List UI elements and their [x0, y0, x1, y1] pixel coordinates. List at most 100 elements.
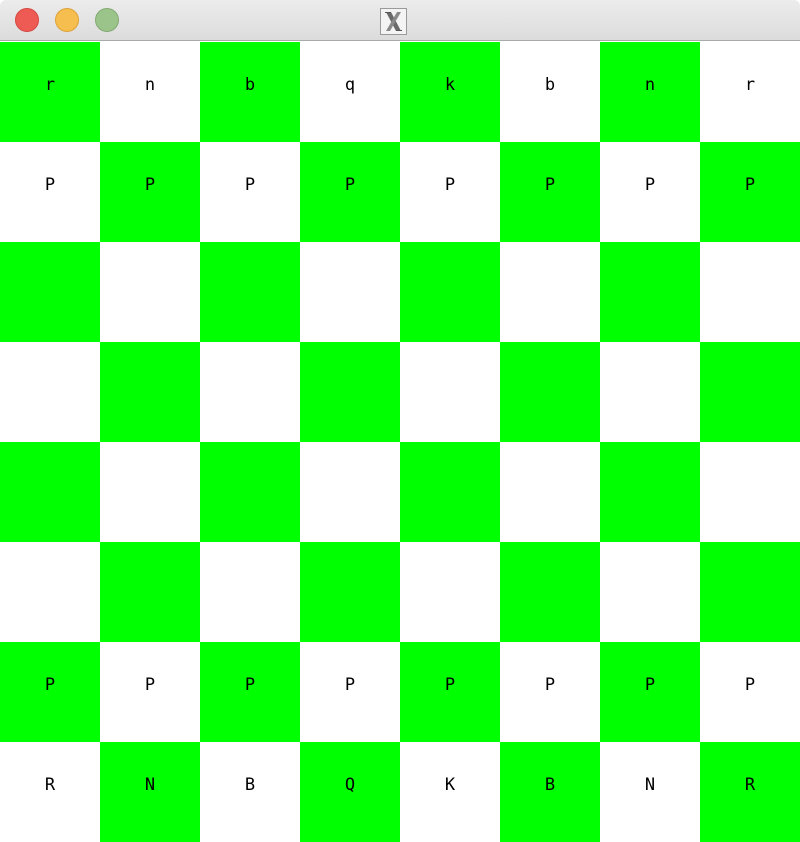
- square-e4[interactable]: [400, 442, 500, 542]
- square-a3[interactable]: [0, 542, 100, 642]
- piece-label: P: [444, 674, 456, 695]
- square-e3[interactable]: [400, 542, 500, 642]
- square-f6[interactable]: [500, 242, 600, 342]
- piece-label: P: [144, 674, 156, 695]
- square-h1[interactable]: R: [700, 742, 800, 842]
- square-f5[interactable]: [500, 342, 600, 442]
- square-c8[interactable]: b: [200, 42, 300, 142]
- piece-label: [400, 442, 500, 528]
- piece-label: [700, 342, 800, 428]
- square-d3[interactable]: [300, 542, 400, 642]
- square-d5[interactable]: [300, 342, 400, 442]
- piece-label: B: [544, 774, 556, 795]
- square-h2[interactable]: P: [700, 642, 800, 742]
- square-d7[interactable]: P: [300, 142, 400, 242]
- piece-label: [0, 242, 100, 328]
- title-bar[interactable]: [0, 0, 800, 41]
- piece-label: [200, 542, 300, 628]
- square-e2[interactable]: P: [400, 642, 500, 742]
- piece-label: [500, 242, 600, 328]
- square-e6[interactable]: [400, 242, 500, 342]
- square-f7[interactable]: P: [500, 142, 600, 242]
- piece-label: P: [444, 174, 456, 195]
- piece-label: P: [244, 674, 256, 695]
- square-b1[interactable]: N: [100, 742, 200, 842]
- square-g6[interactable]: [600, 242, 700, 342]
- square-b7[interactable]: P: [100, 142, 200, 242]
- square-a7[interactable]: P: [0, 142, 100, 242]
- square-h8[interactable]: r: [700, 42, 800, 142]
- square-h4[interactable]: [700, 442, 800, 542]
- square-g7[interactable]: P: [600, 142, 700, 242]
- square-c2[interactable]: P: [200, 642, 300, 742]
- piece-label: N: [644, 774, 656, 795]
- square-c7[interactable]: P: [200, 142, 300, 242]
- square-c5[interactable]: [200, 342, 300, 442]
- square-a4[interactable]: [0, 442, 100, 542]
- square-e5[interactable]: [400, 342, 500, 442]
- piece-label: [700, 542, 800, 628]
- square-d4[interactable]: [300, 442, 400, 542]
- piece-label: [100, 442, 200, 528]
- zoom-button[interactable]: [95, 8, 119, 32]
- piece-label: [300, 242, 400, 328]
- square-h6[interactable]: [700, 242, 800, 342]
- piece-label: [500, 542, 600, 628]
- square-e1[interactable]: K: [400, 742, 500, 842]
- piece-label: [0, 342, 100, 428]
- square-h7[interactable]: P: [700, 142, 800, 242]
- square-d8[interactable]: q: [300, 42, 400, 142]
- square-b8[interactable]: n: [100, 42, 200, 142]
- square-b3[interactable]: [100, 542, 200, 642]
- square-e8[interactable]: k: [400, 42, 500, 142]
- square-d2[interactable]: P: [300, 642, 400, 742]
- square-a5[interactable]: [0, 342, 100, 442]
- square-b4[interactable]: [100, 442, 200, 542]
- square-d1[interactable]: Q: [300, 742, 400, 842]
- piece-label: P: [144, 174, 156, 195]
- square-a8[interactable]: r: [0, 42, 100, 142]
- square-h5[interactable]: [700, 342, 800, 442]
- square-g4[interactable]: [600, 442, 700, 542]
- square-f3[interactable]: [500, 542, 600, 642]
- piece-label: [600, 542, 700, 628]
- close-button[interactable]: [15, 8, 39, 32]
- square-g3[interactable]: [600, 542, 700, 642]
- square-b2[interactable]: P: [100, 642, 200, 742]
- square-e7[interactable]: P: [400, 142, 500, 242]
- square-b5[interactable]: [100, 342, 200, 442]
- square-f4[interactable]: [500, 442, 600, 542]
- piece-label: [500, 342, 600, 428]
- square-g2[interactable]: P: [600, 642, 700, 742]
- square-g8[interactable]: n: [600, 42, 700, 142]
- square-c1[interactable]: B: [200, 742, 300, 842]
- piece-label: P: [44, 174, 56, 195]
- minimize-button[interactable]: [55, 8, 79, 32]
- piece-label: K: [444, 774, 456, 795]
- chess-board: r n b q k b n r P P P P P P P P P P P P P P P P R N B Q K B N R: [0, 42, 800, 842]
- piece-label: [200, 242, 300, 328]
- square-b6[interactable]: [100, 242, 200, 342]
- square-f8[interactable]: b: [500, 42, 600, 142]
- square-a2[interactable]: P: [0, 642, 100, 742]
- piece-label: [600, 242, 700, 328]
- square-d6[interactable]: [300, 242, 400, 342]
- square-c3[interactable]: [200, 542, 300, 642]
- piece-label: P: [744, 674, 756, 695]
- piece-label: [300, 342, 400, 428]
- piece-label: n: [644, 74, 656, 95]
- square-c4[interactable]: [200, 442, 300, 542]
- square-f2[interactable]: P: [500, 642, 600, 742]
- square-f1[interactable]: B: [500, 742, 600, 842]
- square-g1[interactable]: N: [600, 742, 700, 842]
- square-c6[interactable]: [200, 242, 300, 342]
- square-a6[interactable]: [0, 242, 100, 342]
- piece-label: n: [144, 74, 156, 95]
- piece-label: P: [244, 174, 256, 195]
- piece-label: [0, 542, 100, 628]
- piece-label: [600, 442, 700, 528]
- piece-label: P: [744, 174, 756, 195]
- square-h3[interactable]: [700, 542, 800, 642]
- square-a1[interactable]: R: [0, 742, 100, 842]
- square-g5[interactable]: [600, 342, 700, 442]
